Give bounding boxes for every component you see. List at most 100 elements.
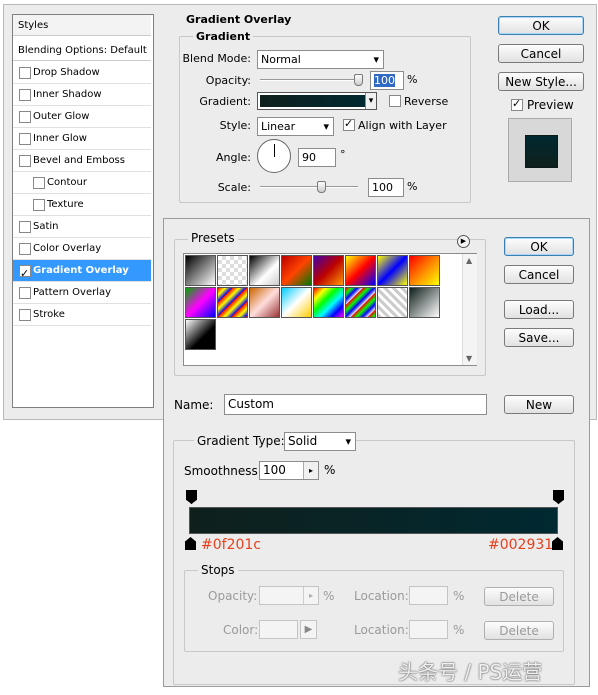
scale-slider-thumb[interactable] bbox=[317, 181, 326, 193]
style-item-checkbox[interactable] bbox=[33, 199, 45, 211]
style-item-label: Inner Shadow bbox=[33, 89, 102, 100]
opacity-slider-thumb[interactable] bbox=[354, 74, 363, 86]
opacity-slider-track[interactable] bbox=[260, 79, 360, 81]
scroll-up-icon[interactable]: ▲ bbox=[466, 256, 472, 265]
style-item-label: Contour bbox=[47, 177, 87, 188]
left-color-hex: #0f201c bbox=[201, 537, 261, 553]
preset-swatch[interactable] bbox=[281, 287, 312, 318]
preset-swatch[interactable] bbox=[217, 255, 248, 286]
name-input[interactable]: Custom bbox=[224, 394, 487, 415]
preset-swatch[interactable] bbox=[313, 255, 344, 286]
style-item-checkbox[interactable] bbox=[19, 111, 31, 123]
new-style-button[interactable]: New Style... bbox=[498, 72, 584, 91]
preset-swatch[interactable] bbox=[409, 255, 440, 286]
style-item-contour[interactable]: Contour bbox=[13, 172, 151, 194]
preset-swatch[interactable] bbox=[185, 255, 216, 286]
blend-mode-select[interactable]: Normal bbox=[257, 50, 384, 69]
preset-swatch[interactable] bbox=[249, 255, 280, 286]
reverse-checkbox[interactable] bbox=[389, 95, 401, 107]
color-location-input[interactable] bbox=[409, 620, 448, 639]
ok-button[interactable]: OK bbox=[498, 16, 584, 35]
style-item-pattern-overlay[interactable]: Pattern Overlay bbox=[13, 282, 151, 304]
stop-opacity-input[interactable]: ▸ bbox=[259, 586, 319, 605]
style-item-checkbox[interactable] bbox=[19, 287, 31, 299]
opacity-location-input[interactable] bbox=[409, 586, 448, 605]
gradient-type-value: Solid bbox=[288, 434, 318, 448]
preset-swatch[interactable] bbox=[345, 287, 376, 318]
section-title: Gradient Overlay bbox=[186, 13, 292, 26]
style-item-checkbox[interactable] bbox=[19, 133, 31, 145]
style-item-gradient-overlay[interactable]: Gradient Overlay bbox=[13, 260, 151, 284]
cancel-button[interactable]: Cancel bbox=[498, 44, 584, 63]
style-item-checkbox[interactable] bbox=[19, 309, 31, 321]
gradient-dropdown-arrow[interactable]: ▾ bbox=[365, 93, 376, 109]
style-item-checkbox[interactable] bbox=[19, 155, 31, 167]
style-item-checkbox[interactable] bbox=[19, 67, 31, 79]
preset-swatch[interactable] bbox=[217, 287, 248, 318]
style-item-inner-shadow[interactable]: Inner Shadow bbox=[13, 84, 151, 106]
preset-swatch[interactable] bbox=[377, 255, 408, 286]
preview-swatch bbox=[525, 135, 558, 168]
scroll-down-icon[interactable]: ▼ bbox=[466, 354, 472, 363]
style-item-outer-glow[interactable]: Outer Glow bbox=[13, 106, 151, 128]
opacity-delete-button[interactable]: Delete bbox=[484, 587, 554, 606]
style-item-checkbox[interactable] bbox=[19, 221, 31, 233]
angle-value: 90 bbox=[302, 151, 316, 164]
angle-dial-needle bbox=[274, 144, 275, 157]
smoothness-input[interactable]: 100 ▸ bbox=[259, 461, 319, 480]
smoothness-stepper-icon[interactable]: ▸ bbox=[303, 462, 318, 479]
style-item-bevel-and-emboss[interactable]: Bevel and Emboss bbox=[13, 150, 151, 172]
stop-opacity-stepper-icon[interactable]: ▸ bbox=[303, 587, 318, 604]
style-item-label: Satin bbox=[33, 221, 59, 232]
preview-checkbox[interactable] bbox=[511, 97, 523, 111]
style-select[interactable]: Linear bbox=[257, 117, 334, 136]
preset-swatch[interactable] bbox=[185, 319, 216, 350]
style-item-stroke[interactable]: Stroke bbox=[13, 304, 151, 326]
align-with-layer-checkbox[interactable] bbox=[343, 117, 355, 131]
style-item-checkbox[interactable] bbox=[33, 177, 45, 189]
preview-label: Preview bbox=[527, 98, 574, 112]
style-item-label: Gradient Overlay bbox=[33, 265, 129, 276]
preset-swatch[interactable] bbox=[249, 287, 280, 318]
preset-swatch[interactable] bbox=[185, 287, 216, 318]
editor-ok-button[interactable]: OK bbox=[504, 237, 574, 256]
reverse-label: Reverse bbox=[404, 95, 449, 108]
preset-swatch[interactable] bbox=[313, 287, 344, 318]
gradient-preview-bar[interactable] bbox=[189, 507, 558, 534]
style-item-checkbox[interactable] bbox=[19, 263, 31, 284]
gradient-picker[interactable]: ▾ bbox=[257, 92, 377, 110]
new-button[interactable]: New bbox=[504, 395, 574, 414]
style-item-inner-glow[interactable]: Inner Glow bbox=[13, 128, 151, 150]
style-item-drop-shadow[interactable]: Drop Shadow bbox=[13, 62, 151, 84]
angle-input[interactable]: 90 bbox=[298, 148, 336, 167]
style-value: Linear bbox=[261, 120, 296, 133]
style-item-label: Inner Glow bbox=[33, 133, 87, 144]
preset-swatch[interactable] bbox=[377, 287, 408, 318]
angle-dial[interactable] bbox=[257, 139, 291, 173]
opacity-input[interactable]: 100 bbox=[370, 71, 404, 90]
scale-slider-track[interactable] bbox=[260, 186, 358, 188]
style-item-satin[interactable]: Satin bbox=[13, 216, 151, 238]
save-button[interactable]: Save... bbox=[504, 328, 574, 347]
styles-header[interactable]: Styles bbox=[13, 15, 151, 36]
editor-cancel-button[interactable]: Cancel bbox=[504, 265, 574, 284]
stop-color-arrow-icon[interactable]: ▶ bbox=[300, 620, 317, 639]
preset-swatch[interactable] bbox=[281, 255, 312, 286]
color-delete-button[interactable]: Delete bbox=[484, 621, 554, 640]
name-value: Custom bbox=[228, 397, 274, 411]
preset-swatch[interactable] bbox=[345, 255, 376, 286]
style-item-texture[interactable]: Texture bbox=[13, 194, 151, 216]
load-button[interactable]: Load... bbox=[504, 300, 574, 319]
style-item-color-overlay[interactable]: Color Overlay bbox=[13, 238, 151, 260]
style-item-checkbox[interactable] bbox=[19, 243, 31, 255]
scale-label: Scale: bbox=[217, 181, 251, 194]
preset-swatch[interactable] bbox=[409, 287, 440, 318]
gradient-type-select[interactable]: Solid bbox=[284, 432, 356, 451]
smoothness-value: 100 bbox=[263, 463, 286, 477]
scale-input[interactable]: 100 bbox=[368, 178, 404, 197]
stop-color-swatch[interactable] bbox=[259, 620, 298, 639]
style-item-checkbox[interactable] bbox=[19, 89, 31, 101]
presets-scrollbar[interactable]: ▲ ▼ bbox=[462, 254, 477, 365]
presets-menu-icon[interactable]: ▶ bbox=[457, 235, 470, 248]
blending-options-item[interactable]: Blending Options: Default bbox=[13, 40, 151, 61]
